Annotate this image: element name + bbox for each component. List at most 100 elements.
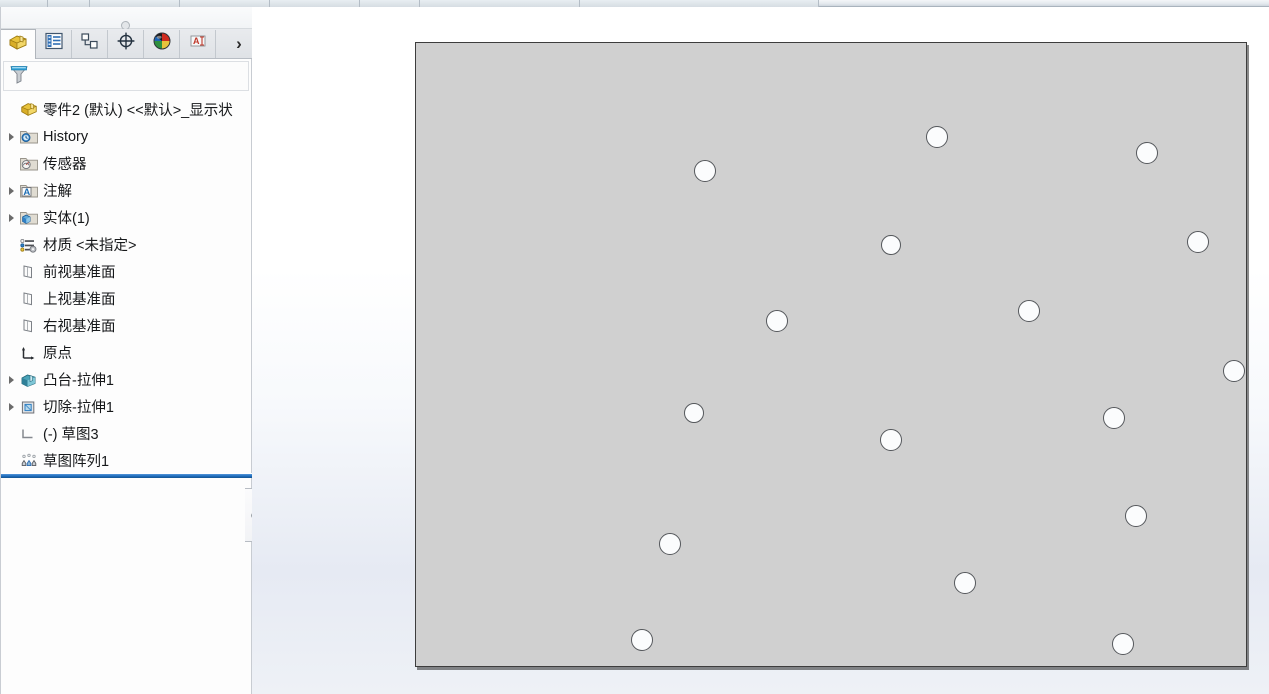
panel-header [0,7,252,30]
ribbon-segment[interactable] [580,0,819,7]
expander-icon[interactable] [4,204,18,231]
tree-item-label: 凸台-拉伸1 [43,373,114,389]
crosshair-target-icon [116,31,136,56]
hole[interactable] [1103,407,1125,429]
hole[interactable] [1018,300,1040,322]
tree-item-label: 右视基准面 [43,319,116,335]
plane-icon [18,288,40,310]
ribbon-segment[interactable] [270,0,360,7]
tab-display-manager[interactable] [108,29,144,58]
expander-icon[interactable] [4,177,18,204]
solidworks-window: A › 零件2 (默认) <<默认>_显示状 History 传感器 A 注解 … [0,0,1269,694]
ribbon-strip [0,0,1269,7]
hole[interactable] [659,533,681,555]
tab-property-manager[interactable] [36,29,72,58]
graphics-viewport[interactable] [252,7,1269,694]
tree-item-sensors[interactable]: 传感器 [0,150,252,177]
tab-appearances-scenes[interactable] [144,29,180,58]
svg-text:A: A [193,36,200,46]
expander-spacer [4,96,18,123]
tree-item-label: 草图阵列1 [43,454,110,470]
expander-icon[interactable] [4,123,18,150]
perforated-plate-model[interactable] [415,42,1247,667]
tree-item-material[interactable]: 材质 <未指定> [0,231,252,258]
tree-item-solid-bodies[interactable]: 实体(1) [0,204,252,231]
tree-item-label: 前视基准面 [43,265,116,281]
hole[interactable] [1223,360,1245,382]
hole[interactable] [1112,633,1134,655]
tree-item-history[interactable]: History [0,123,252,150]
expander-spacer [4,447,18,474]
manager-tab-bar: A › [0,29,252,59]
tree-root-label: 零件2 (默认) <<默认>_显示状 [43,102,233,119]
sketch-icon [18,423,40,445]
ribbon-segment[interactable] [90,0,180,7]
hole[interactable] [1187,231,1209,253]
expander-icon[interactable] [4,366,18,393]
sketch-pattern-icon [18,450,40,472]
expander-spacer [4,258,18,285]
hole[interactable] [926,126,948,148]
tree-item-label: (-) 草图3 [43,427,99,443]
plane-icon [18,315,40,337]
cut-extrude-icon [18,396,40,418]
sensors-folder-icon [18,153,40,175]
tree-item-annotations[interactable]: A 注解 [0,177,252,204]
history-folder-icon [18,126,40,148]
rollback-bar[interactable] [0,473,252,478]
plane-icon [18,261,40,283]
hole[interactable] [1136,142,1158,164]
feature-manager-panel: A › 零件2 (默认) <<默认>_显示状 History 传感器 A 注解 … [0,7,252,694]
hole[interactable] [766,310,788,332]
tree-item-top-plane[interactable]: 上视基准面 [0,285,252,312]
ribbon-segment[interactable] [180,0,270,7]
expander-spacer [4,339,18,366]
tab-feature-manager[interactable] [0,29,36,59]
tree-item-label: 注解 [43,184,72,200]
hole[interactable] [881,235,901,255]
dimxpert-icon: A [188,32,208,55]
hole[interactable] [954,572,976,594]
tab-dimxpert-manager[interactable]: A [180,29,216,58]
tree-item-sketch-pattern[interactable]: 草图阵列1 [0,447,252,474]
tab-configuration-manager[interactable] [72,29,108,58]
hole[interactable] [1125,505,1147,527]
tree-item-front-plane[interactable]: 前视基准面 [0,258,252,285]
hole[interactable] [694,160,716,182]
tree-item-label: 切除-拉伸1 [43,400,114,416]
design-tree: 零件2 (默认) <<默认>_显示状 History 传感器 A 注解 实体(1… [0,95,252,478]
ribbon-segment[interactable] [48,0,90,7]
part-icon [18,98,40,120]
expander-spacer [4,150,18,177]
ribbon-segment[interactable] [420,0,580,7]
tab-overflow-button[interactable]: › [226,30,252,58]
annotations-folder-icon: A [18,180,40,202]
tree-item-sketch3[interactable]: (-) 草图3 [0,420,252,447]
tree-item-right-plane[interactable]: 右视基准面 [0,312,252,339]
hole[interactable] [631,629,653,651]
expander-spacer [4,312,18,339]
hole[interactable] [880,429,902,451]
ribbon-segment[interactable] [0,0,48,7]
color-sphere-icon [152,31,172,56]
tree-root-item[interactable]: 零件2 (默认) <<默认>_显示状 [0,95,252,123]
property-list-icon [44,32,64,55]
origin-icon [18,342,40,364]
material-icon [18,234,40,256]
expander-icon[interactable] [4,393,18,420]
tree-filter-bar[interactable] [3,61,249,91]
tree-item-label: 实体(1) [43,211,90,227]
tree-item-label: 上视基准面 [43,292,116,308]
configuration-icon [80,32,100,55]
tree-item-boss-extrude[interactable]: 凸台-拉伸1 [0,366,252,393]
filter-funnel-icon [8,63,30,90]
ribbon-segment[interactable] [360,0,420,7]
tree-item-label: 原点 [43,346,72,362]
tree-item-origin[interactable]: 原点 [0,339,252,366]
tree-item-label: History [43,128,89,145]
tree-item-label: 传感器 [43,157,87,173]
boss-extrude-icon [18,369,40,391]
hole[interactable] [684,403,704,423]
tree-item-label: 材质 <未指定> [43,238,137,254]
tree-item-cut-extrude[interactable]: 切除-拉伸1 [0,393,252,420]
